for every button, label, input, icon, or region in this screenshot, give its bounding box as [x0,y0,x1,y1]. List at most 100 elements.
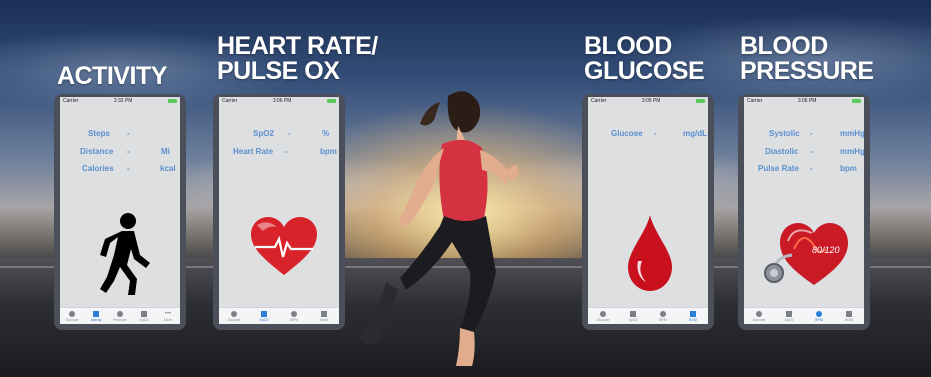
battery-icon [327,99,336,103]
tab-activity[interactable]: Activity [84,308,108,324]
blood-pressure-screen: Carrier 3:06 PM Systolic - mmHg Diastoli… [744,97,864,324]
tab-bar: Glucose Activity Pressure SpO2 ••• More [60,307,180,324]
pulse-rate-label: Pulse Rate [758,164,799,173]
glucose-label: Glucose [611,129,643,138]
blood-pressure-phone: Carrier 3:06 PM Systolic - mmHg Diastoli… [738,94,870,330]
distance-unit: Mi [161,147,170,156]
heart-gauge-icon: 80/120 [764,223,848,285]
status-bar: Carrier 3:06 PM [219,97,339,105]
tab-pressure[interactable]: Pressure [108,308,132,324]
tab-label: Activity [90,317,102,322]
tab-bpm[interactable]: BPM [804,308,834,324]
tab-label: SpO2 [139,317,149,322]
tab-icon [630,310,636,317]
glucose-value: - [654,129,657,138]
tab-bgm[interactable]: BGM [834,308,864,324]
tab-icon [117,310,123,317]
heart-rate-label: Heart Rate [233,147,274,156]
calories-value: - [127,164,130,173]
tab-spo2[interactable]: SpO2 [249,308,279,324]
tab-icon [846,310,852,317]
tab-label: Glucose [227,317,241,322]
tab-label: Pressure [112,317,127,322]
pulse-rate-unit: bpm [840,164,857,173]
spo2-value: - [288,129,291,138]
tab-label: More [320,317,328,322]
pulse-rate-value: - [810,164,813,173]
walking-person-icon [100,213,150,295]
tab-icon [321,310,327,317]
tab-label: Glucose [752,317,766,322]
status-time: 3:05 PM [641,98,661,104]
status-bar: Carrier 2:32 PM [60,97,180,105]
tab-icon [660,310,666,317]
blood-pressure-heading: BLOOD PRESSURE [740,32,874,85]
tab-label: More [164,318,172,322]
tab-spo2[interactable]: SpO2 [132,308,156,324]
tab-label: SpO2 [259,317,269,322]
blood-drop-icon [628,215,672,291]
spo2-unit: % [322,129,330,138]
battery-icon [168,99,177,103]
tab-bpm[interactable]: BPM [648,308,678,324]
tab-icon [291,310,297,317]
tab-bar: Glucose SpO2 BPM More [219,307,339,324]
blood-glucose-phone: Carrier 3:05 PM Glucose - mg/dL Glucose … [582,94,714,330]
blood-glucose-heading: BLOOD GLUCOSE [584,32,705,85]
activity-phone: Carrier 2:32 PM Steps - Distance - Mi Ca… [54,94,186,330]
blood-glucose-screen: Carrier 3:05 PM Glucose - mg/dL Glucose … [588,97,708,324]
systolic-value: - [810,129,813,138]
tab-bar: Glucose SpO2 BPM BGM [588,307,708,324]
tab-glucose[interactable]: Glucose [60,308,84,324]
tab-label: SpO2 [784,317,794,322]
tab-spo2[interactable]: SpO2 [774,308,804,324]
carrier-label: Carrier [63,98,79,104]
tab-glucose[interactable]: Glucose [219,308,249,324]
status-bar: Carrier 3:05 PM [588,97,708,105]
tab-label: BGM [845,317,853,322]
tab-label: BPM [290,317,298,322]
battery-icon [696,99,705,103]
tab-bpm[interactable]: BPM [279,308,309,324]
activity-heading: ACTIVITY [57,62,167,90]
heart-pulse-icon [251,217,317,275]
carrier-label: Carrier [222,98,238,104]
heart-rate-unit: bpm [320,147,337,156]
tab-bar: Glucose SpO2 BPM BGM [744,307,864,324]
carrier-label: Carrier [747,98,763,104]
status-time: 3:06 PM [797,98,817,104]
gauge-reading: 80/120 [812,245,840,255]
distance-value: - [127,147,130,156]
spo2-label: SpO2 [253,129,274,138]
tab-icon [816,310,822,317]
diastolic-unit: mmHg [840,147,864,156]
tab-label: Glucose [596,317,610,322]
tab-icon [756,310,762,317]
carrier-label: Carrier [591,98,607,104]
status-time: 2:32 PM [113,98,133,104]
status-bar: Carrier 3:06 PM [744,97,864,105]
tab-glucose[interactable]: Glucose [588,308,618,324]
more-dots-icon: ••• [164,311,172,317]
tab-more[interactable]: ••• More [156,308,180,324]
steps-value: - [127,129,130,138]
tab-label: BGM [689,317,697,322]
activity-screen: Carrier 2:32 PM Steps - Distance - Mi Ca… [60,97,180,324]
heart-rate-heading: HEART RATE/ PULSE OX [217,32,378,85]
tab-icon [261,310,267,317]
tab-icon [69,310,75,317]
tab-icon [786,310,792,317]
tab-spo2[interactable]: SpO2 [618,308,648,324]
tab-more[interactable]: More [309,308,339,324]
tab-label: SpO2 [628,317,638,322]
diastolic-label: Diastolic [765,147,799,156]
steps-label: Steps [88,129,110,138]
tab-icon [141,310,147,317]
tab-glucose[interactable]: Glucose [744,308,774,324]
distance-label: Distance [80,147,114,156]
tab-bgm[interactable]: BGM [678,308,708,324]
tab-label: BPM [659,317,667,322]
heart-rate-phone: Carrier 3:06 PM SpO2 - % Heart Rate - bp… [213,94,345,330]
systolic-unit: mmHg [840,129,864,138]
tab-label: BPM [815,317,823,322]
